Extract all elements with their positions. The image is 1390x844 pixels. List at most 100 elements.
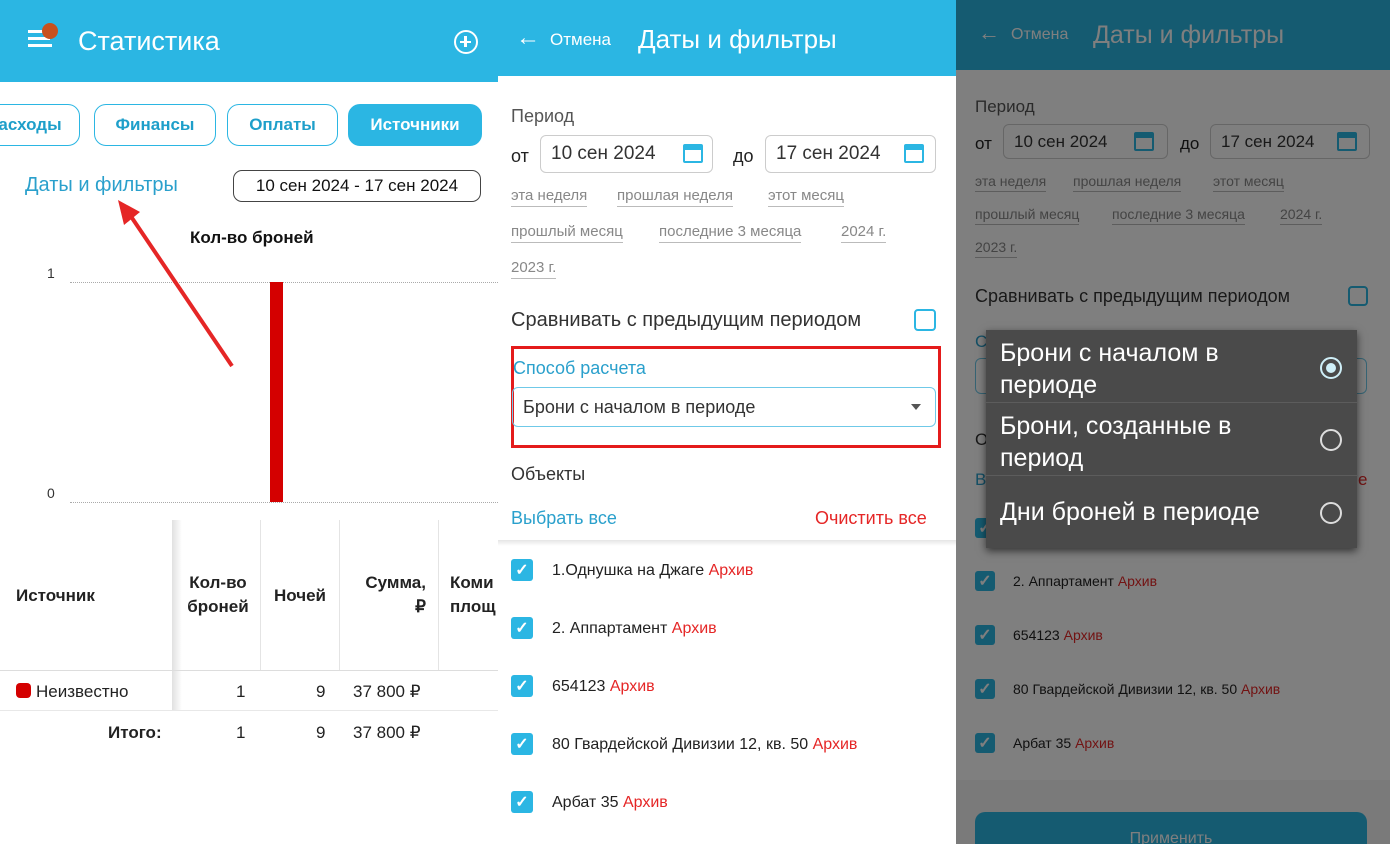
calc-method-dropdown: Брони с началом в периоде Брони, созданн…: [986, 330, 1357, 548]
checkbox-checked-icon[interactable]: ✓: [511, 791, 533, 813]
plus-circle-icon[interactable]: [454, 30, 478, 54]
total-label: Итого:: [108, 723, 162, 742]
cancel-button[interactable]: Отмена: [550, 30, 611, 50]
table-divider: [0, 710, 498, 711]
preset-last-3-months[interactable]: последние 3 месяца: [659, 223, 802, 243]
statistics-screen: Статистика асходы Финансы Оплаты Источни…: [0, 0, 498, 844]
archive-badge: Архив: [609, 678, 655, 695]
status-dot: [16, 683, 31, 698]
app-bar: Статистика: [0, 0, 498, 82]
total-sum: 37 800 ₽: [353, 723, 421, 742]
y-tick-label: 0: [47, 485, 55, 501]
preset-2024[interactable]: 2024 г.: [841, 223, 887, 243]
option-label: Брони с началом в: [1000, 339, 1219, 367]
preset-this-week[interactable]: эта неделя: [511, 187, 588, 207]
column-divider: [339, 520, 340, 670]
row-bookings: 1: [236, 682, 246, 701]
stats-table: Источник Кол-во броней Ночей Сумма, ₽ Ко…: [0, 520, 498, 844]
row-nights: 9: [316, 682, 326, 701]
radio-selected-icon[interactable]: [1320, 357, 1342, 379]
header-source: Источник: [16, 586, 95, 605]
hamburger-icon[interactable]: [28, 23, 58, 48]
checkbox-checked-icon[interactable]: ✓: [511, 675, 533, 697]
archive-badge: Архив: [671, 620, 717, 637]
period-label: Период: [511, 106, 575, 126]
total-bookings: 1: [236, 723, 246, 742]
date-from-field[interactable]: 10 сен 2024: [540, 135, 713, 173]
checkbox-checked-icon[interactable]: ✓: [511, 733, 533, 755]
archive-badge: Архив: [812, 736, 858, 753]
checkbox-checked-icon[interactable]: ✓: [511, 559, 533, 581]
option-label: периоде: [1000, 371, 1098, 399]
tab-payments[interactable]: Оплаты: [227, 104, 338, 146]
object-name: 2. Аппартамент Архив: [552, 620, 717, 638]
object-title: Арбат 35: [552, 794, 619, 811]
date-to-value: 17 сен 2024: [776, 143, 881, 164]
object-title: 1.Однушка на Джаге: [552, 562, 705, 579]
preset-last-month[interactable]: прошлый месяц: [511, 223, 623, 243]
to-label: до: [733, 146, 754, 166]
row-source: Неизвестно: [36, 682, 129, 701]
calc-method-select[interactable]: Брони с началом в периоде: [512, 387, 936, 427]
option-label: Дни броней в периоде: [1000, 498, 1260, 526]
option-label: период: [1000, 444, 1084, 472]
object-name: Арбат 35 Архив: [552, 794, 668, 812]
filters-link[interactable]: Даты и фильтры: [25, 174, 178, 197]
clear-all-button[interactable]: Очистить все: [815, 508, 927, 529]
section-shadow: [498, 540, 956, 546]
header-sum: Сумма, ₽: [365, 573, 426, 616]
date-to-field[interactable]: 17 сен 2024: [765, 135, 936, 173]
sticky-column-shadow: [172, 520, 182, 710]
date-range-badge[interactable]: 10 сен 2024 - 17 сен 2024: [233, 170, 481, 202]
table-divider: [0, 670, 498, 671]
header-nights: Ночей: [274, 586, 327, 605]
option-label: Брони, созданные в: [1000, 412, 1232, 440]
compare-label: Сравнивать с предыдущим периодом: [511, 309, 862, 331]
header-bookings: Кол-во броней: [187, 573, 249, 616]
preset-2023[interactable]: 2023 г.: [511, 259, 557, 279]
from-label: от: [511, 146, 529, 166]
calc-method-value: Брони с началом в периоде: [523, 396, 756, 417]
object-title: 654123: [552, 678, 606, 695]
app-bar: ← Отмена Даты и фильтры: [498, 0, 956, 76]
tab-expenses[interactable]: асходы: [0, 104, 80, 146]
y-tick-label: 1: [47, 265, 55, 281]
option-created-in-period[interactable]: Брони, созданные в период: [986, 408, 1357, 476]
option-days-in-period[interactable]: Дни броней в периоде: [986, 480, 1357, 542]
calc-method-label: Способ расчета: [513, 358, 646, 378]
option-start-in-period[interactable]: Брони с началом в периоде: [986, 337, 1357, 403]
object-title: 80 Гвардейской Дивизии 12, кв. 50: [552, 736, 809, 753]
tab-finances[interactable]: Финансы: [94, 104, 216, 146]
filters-screen: ← Отмена Даты и фильтры Период от 10 сен…: [498, 0, 956, 844]
compare-checkbox[interactable]: [914, 309, 936, 331]
gridline: [70, 502, 498, 503]
preset-last-week[interactable]: прошлая неделя: [617, 187, 733, 207]
preset-this-month[interactable]: этот месяц: [768, 187, 844, 207]
radio-unselected-icon[interactable]: [1320, 429, 1342, 451]
chart-bar: [270, 282, 283, 502]
page-title: Статистика: [78, 26, 220, 56]
checkbox-checked-icon[interactable]: ✓: [511, 617, 533, 639]
object-name: 654123 Архив: [552, 678, 655, 696]
archive-badge: Архив: [708, 562, 754, 579]
row-sum: 37 800 ₽: [353, 682, 421, 701]
back-arrow-icon[interactable]: ←: [516, 26, 540, 50]
object-name: 1.Однушка на Джаге Архив: [552, 562, 753, 580]
select-all-button[interactable]: Выбрать все: [511, 508, 617, 529]
date-from-value: 10 сен 2024: [551, 143, 656, 164]
arrow-annotation: [118, 200, 234, 368]
radio-unselected-icon[interactable]: [1320, 502, 1342, 524]
page-title: Даты и фильтры: [638, 24, 837, 54]
objects-label: Объекты: [511, 464, 586, 484]
object-name: 80 Гвардейской Дивизии 12, кв. 50 Архив: [552, 736, 857, 754]
tab-sources[interactable]: Источники: [348, 104, 482, 146]
calendar-icon[interactable]: [683, 144, 703, 163]
notification-dot-icon: [42, 23, 58, 39]
column-divider: [438, 520, 439, 670]
column-divider: [260, 520, 261, 670]
chevron-down-icon: [911, 404, 921, 410]
calendar-icon[interactable]: [904, 144, 924, 163]
archive-badge: Архив: [622, 794, 668, 811]
total-nights: 9: [316, 723, 326, 742]
object-title: 2. Аппартамент: [552, 620, 668, 637]
